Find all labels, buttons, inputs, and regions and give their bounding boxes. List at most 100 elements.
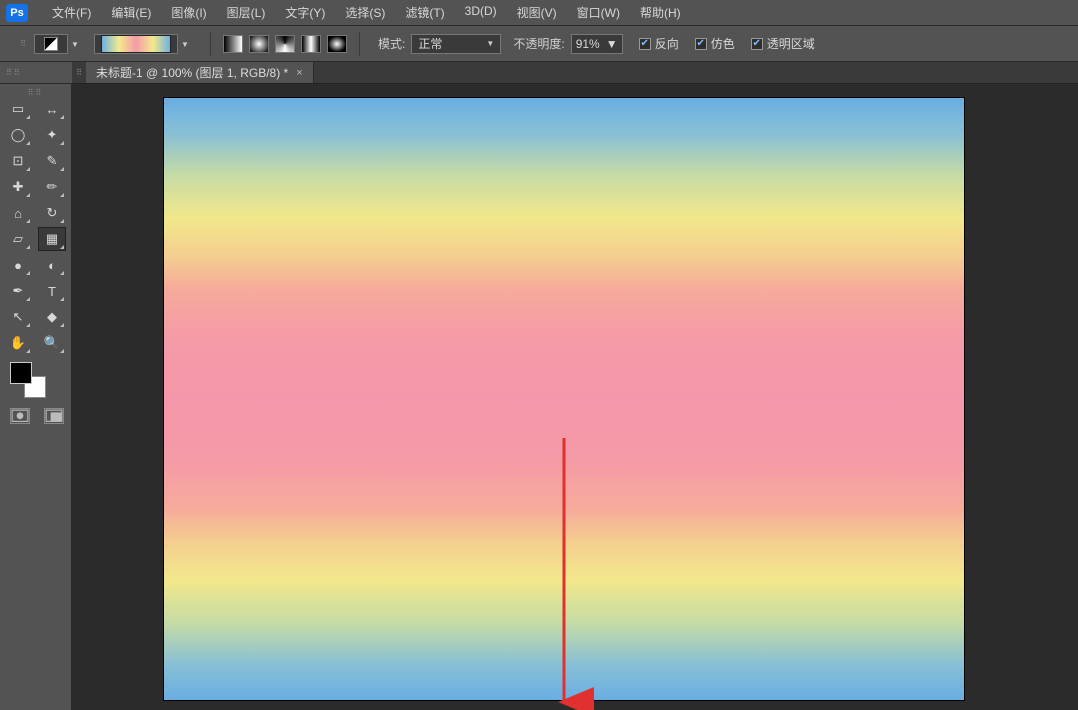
dodge-icon: ◐ (48, 258, 56, 273)
flyout-indicator-icon (60, 219, 64, 223)
tool-dodge[interactable]: ◐ (38, 253, 66, 277)
flyout-indicator-icon (60, 115, 64, 119)
menu-item[interactable]: 窗口(W) (567, 0, 630, 25)
tool-eyedropper[interactable]: ✎ (38, 149, 66, 173)
tool-hand[interactable]: ✋ (4, 331, 32, 355)
tool-eraser[interactable]: ▱ (4, 227, 32, 251)
move-icon: ↔ (46, 102, 59, 117)
tool-preset-picker[interactable]: ▼ (34, 34, 68, 54)
screenmode-button[interactable] (44, 408, 64, 424)
flyout-indicator-icon (60, 193, 64, 197)
flyout-indicator-icon (26, 167, 30, 171)
document-canvas[interactable] (164, 98, 964, 700)
opacity-input[interactable]: 91% ▼ (571, 34, 623, 54)
grip-icon: ⠿ (72, 62, 86, 83)
grip-icon: ⠿ (18, 42, 28, 46)
color-wells (10, 362, 46, 398)
tool-blur[interactable]: ● (4, 253, 32, 277)
menu-item[interactable]: 文件(F) (42, 0, 101, 25)
gradient-radial-button[interactable] (249, 35, 269, 53)
menu-item[interactable]: 编辑(E) (101, 0, 161, 25)
close-icon[interactable]: × (296, 67, 302, 79)
menu-item[interactable]: 滤镜(T) (395, 0, 454, 25)
flyout-indicator-icon (60, 141, 64, 145)
tool-type[interactable]: T (38, 279, 66, 303)
zoom-icon: 🔍 (44, 335, 60, 351)
mode-label: 模式: (378, 35, 405, 52)
gradient-icon: ▦ (46, 231, 58, 247)
crop-icon: ⊡ (13, 153, 24, 169)
tool-path-select[interactable]: ↖ (4, 305, 32, 329)
app-logo: Ps (6, 4, 28, 22)
tool-pen[interactable]: ✒ (4, 279, 32, 303)
options-bar: ⠿ ▼ ▼ 模式: 正常 ▼ 不透明度: 91% ▼ ✔ 反向 ✔ 仿色 ✔ 透… (0, 26, 1078, 62)
flyout-indicator-icon (60, 297, 64, 301)
document-tab[interactable]: 未标题-1 @ 100% (图层 1, RGB/8) * × (86, 62, 314, 83)
tool-wand[interactable]: ✦ (38, 123, 66, 147)
tool-shape[interactable]: ◆ (38, 305, 66, 329)
toolbox-grip-icon: ⠿⠿ (0, 62, 72, 84)
menu-item[interactable]: 文字(Y) (275, 0, 335, 25)
menu-item[interactable]: 选择(S) (335, 0, 395, 25)
chevron-down-icon: ▼ (69, 35, 81, 55)
wand-icon: ✦ (47, 127, 58, 143)
flyout-indicator-icon (26, 271, 30, 275)
eraser-icon: ▱ (13, 231, 23, 247)
chevron-down-icon: ▼ (179, 35, 191, 55)
flyout-indicator-icon (26, 349, 30, 353)
gradient-diamond-button[interactable] (327, 35, 347, 53)
menu-item[interactable]: 视图(V) (507, 0, 567, 25)
flyout-indicator-icon (26, 297, 30, 301)
gradient-reflected-button[interactable] (301, 35, 321, 53)
document-tab-title: 未标题-1 @ 100% (图层 1, RGB/8) * (96, 64, 288, 81)
flyout-indicator-icon (26, 141, 30, 145)
menu-item[interactable]: 图像(I) (161, 0, 216, 25)
menu-items: 文件(F)编辑(E)图像(I)图层(L)文字(Y)选择(S)滤镜(T)3D(D)… (42, 0, 691, 25)
blend-mode-select[interactable]: 正常 ▼ (411, 34, 501, 54)
fg-bg-mini-icon (44, 37, 58, 51)
tool-heal[interactable]: ✚ (4, 175, 32, 199)
toolbox: ⠿⠿ ▭↔◯✦⊡✎✚✏⌂↻▱▦●◐✒T↖◆✋🔍 (0, 84, 72, 710)
tool-stamp[interactable]: ⌂ (4, 201, 32, 225)
gradient-linear-button[interactable] (223, 35, 243, 53)
blur-icon: ● (14, 258, 22, 273)
flyout-indicator-icon (26, 219, 30, 223)
opacity-label: 不透明度: (513, 35, 564, 52)
tool-crop[interactable]: ⊡ (4, 149, 32, 173)
tool-lasso[interactable]: ◯ (4, 123, 32, 147)
flyout-indicator-icon (60, 323, 64, 327)
menu-item[interactable]: 3D(D) (455, 0, 507, 25)
checkmark-icon: ✔ (695, 38, 707, 50)
menu-item[interactable]: 图层(L) (217, 0, 276, 25)
tool-brush[interactable]: ✏ (38, 175, 66, 199)
tool-zoom[interactable]: 🔍 (38, 331, 66, 355)
transparency-checkbox[interactable]: ✔ 透明区域 (751, 35, 815, 52)
reverse-label: 反向 (655, 35, 679, 52)
foreground-color-swatch[interactable] (10, 362, 32, 384)
brush-icon: ✏ (47, 179, 58, 195)
type-icon: T (48, 284, 56, 299)
workspace[interactable] (72, 84, 1078, 710)
blend-mode-value: 正常 (418, 35, 442, 52)
dither-label: 仿色 (711, 35, 735, 52)
tool-history-brush[interactable]: ↻ (38, 201, 66, 225)
menu-item[interactable]: 帮助(H) (630, 0, 691, 25)
menu-bar: Ps 文件(F)编辑(E)图像(I)图层(L)文字(Y)选择(S)滤镜(T)3D… (0, 0, 1078, 26)
tool-marquee[interactable]: ▭ (4, 97, 32, 121)
tool-move[interactable]: ↔ (38, 97, 66, 121)
path-select-icon: ↖ (13, 309, 24, 325)
reverse-checkbox[interactable]: ✔ 反向 (639, 35, 679, 52)
pen-icon: ✒ (13, 283, 24, 299)
marquee-icon: ▭ (12, 101, 24, 117)
dither-checkbox[interactable]: ✔ 仿色 (695, 35, 735, 52)
flyout-indicator-icon (26, 245, 30, 249)
gradient-picker[interactable]: ▼ (94, 34, 178, 54)
quickmask-button[interactable] (10, 408, 30, 424)
checkmark-icon: ✔ (639, 38, 651, 50)
tool-gradient[interactable]: ▦ (38, 227, 66, 251)
stamp-icon: ⌂ (14, 206, 22, 221)
gradient-preview-icon (101, 35, 171, 53)
flyout-indicator-icon (26, 115, 30, 119)
eyedropper-icon: ✎ (47, 153, 58, 169)
gradient-angle-button[interactable] (275, 35, 295, 53)
